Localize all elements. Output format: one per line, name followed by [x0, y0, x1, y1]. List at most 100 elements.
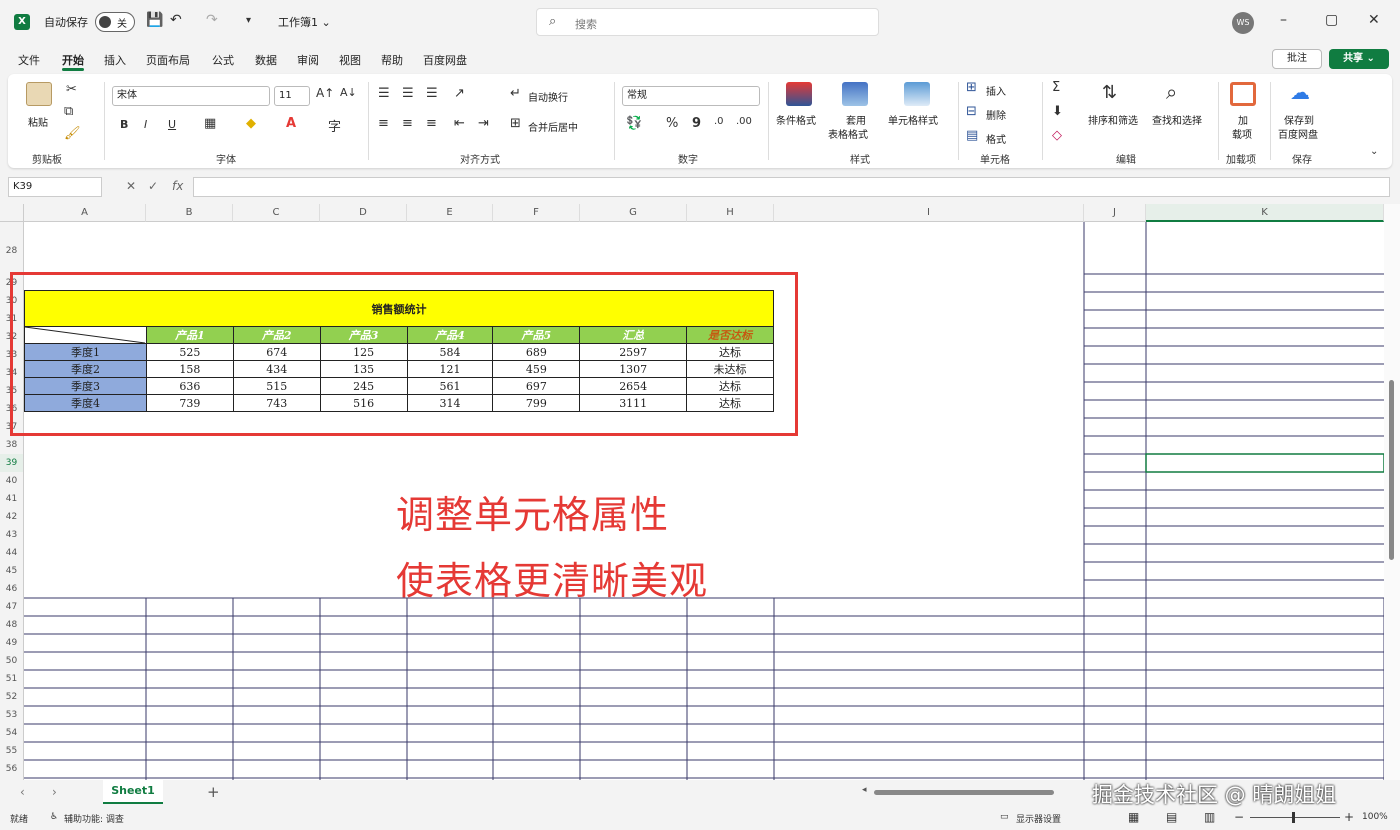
display-settings-icon[interactable]: ▭: [1000, 812, 1009, 822]
insert-function-icon[interactable]: fx: [172, 179, 183, 193]
increase-font-icon[interactable]: A↑: [316, 86, 334, 100]
increase-decimal-icon[interactable]: .0: [714, 116, 724, 127]
decrease-font-icon[interactable]: A↓: [340, 86, 357, 99]
delete-cells-icon[interactable]: ⊟: [966, 104, 977, 119]
zoom-in-icon[interactable]: +: [1344, 810, 1354, 824]
number-format-select[interactable]: 常规: [622, 86, 760, 106]
align-left-icon[interactable]: ≡: [378, 116, 389, 131]
cell-styles-button[interactable]: 单元格样式: [888, 112, 938, 127]
format-as-table-line2[interactable]: 表格格式: [828, 126, 868, 141]
font-name-select[interactable]: 宋体: [112, 86, 270, 106]
tab-data[interactable]: 数据: [255, 52, 277, 68]
selected-cell-k39[interactable]: [1145, 453, 1384, 473]
tab-insert[interactable]: 插入: [104, 52, 126, 68]
conditional-formatting-button[interactable]: 条件格式: [776, 112, 816, 127]
tab-formulas[interactable]: 公式: [212, 52, 234, 68]
align-middle-icon[interactable]: ☰: [402, 86, 414, 101]
addins-icon[interactable]: [1230, 82, 1256, 106]
sort-filter-icon[interactable]: ⇅: [1102, 82, 1117, 103]
insert-cells-icon[interactable]: ⊞: [966, 80, 977, 95]
delete-cells-button[interactable]: 删除: [986, 107, 1006, 122]
formula-enter-icon[interactable]: ✓: [148, 179, 158, 193]
copy-icon[interactable]: ⧉: [64, 104, 73, 119]
addins-line2[interactable]: 载项: [1232, 126, 1252, 141]
undo-icon[interactable]: ↶: [170, 12, 182, 28]
search-box[interactable]: ⌕ 搜索: [536, 8, 879, 36]
comma-style-button[interactable]: 9: [692, 116, 701, 131]
paste-icon[interactable]: [26, 82, 52, 106]
normal-view-icon[interactable]: ▦: [1128, 810, 1139, 824]
tab-page-layout[interactable]: 页面布局: [146, 52, 190, 68]
decrease-indent-icon[interactable]: ⇤: [454, 116, 465, 131]
find-select-button[interactable]: 查找和选择: [1152, 112, 1202, 127]
avatar[interactable]: WS: [1232, 12, 1254, 34]
redo-icon[interactable]: ↷: [206, 12, 218, 28]
conditional-formatting-icon[interactable]: [786, 82, 812, 106]
zoom-level[interactable]: 100%: [1362, 812, 1388, 822]
align-top-icon[interactable]: ☰: [378, 86, 390, 101]
sheet-tab-sheet1[interactable]: Sheet1: [103, 780, 163, 804]
zoom-slider-thumb[interactable]: [1292, 812, 1295, 823]
tab-baidu-netdisk[interactable]: 百度网盘: [423, 52, 467, 68]
merge-center-button[interactable]: 合并后居中: [528, 119, 578, 134]
wrap-text-icon[interactable]: ↵: [510, 86, 521, 101]
maximize-button[interactable]: ▢: [1325, 12, 1338, 28]
share-button[interactable]: 共享 ⌄: [1329, 49, 1389, 69]
insert-cells-button[interactable]: 插入: [986, 83, 1006, 98]
font-color-icon[interactable]: A: [286, 116, 296, 131]
tab-view[interactable]: 视图: [339, 52, 361, 68]
tab-file[interactable]: 文件: [18, 52, 40, 68]
clear-icon[interactable]: ◇: [1052, 128, 1062, 143]
vertical-scrollbar[interactable]: [1384, 204, 1400, 780]
page-break-view-icon[interactable]: ▥: [1204, 810, 1215, 824]
close-button[interactable]: ✕: [1368, 12, 1380, 28]
format-cells-icon[interactable]: ▤: [966, 128, 978, 143]
vertical-scroll-thumb[interactable]: [1389, 380, 1394, 560]
workbook-title[interactable]: 工作簿1 ⌄: [278, 14, 331, 30]
next-sheet-icon[interactable]: ›: [52, 785, 57, 799]
save-icon[interactable]: 💾: [146, 12, 163, 28]
fill-color-icon[interactable]: ◆: [246, 116, 256, 131]
comments-button[interactable]: 批注: [1272, 49, 1322, 69]
display-settings[interactable]: 显示器设置: [1016, 812, 1061, 825]
prev-sheet-icon[interactable]: ‹: [20, 785, 25, 799]
cut-icon[interactable]: ✂: [66, 82, 77, 97]
format-as-table-icon[interactable]: [842, 82, 868, 106]
addins-line1[interactable]: 加: [1238, 112, 1248, 127]
fill-icon[interactable]: ⬇: [1052, 104, 1063, 119]
decrease-decimal-icon[interactable]: .00: [736, 116, 752, 127]
currency-icon[interactable]: 💱: [626, 116, 642, 131]
format-painter-icon[interactable]: 🖌: [64, 126, 81, 141]
align-right-icon[interactable]: ≡: [426, 116, 437, 131]
zoom-out-icon[interactable]: −: [1234, 810, 1244, 824]
horizontal-scroll-thumb[interactable]: [874, 790, 1054, 795]
paste-label[interactable]: 粘贴: [28, 114, 48, 129]
align-bottom-icon[interactable]: ☰: [426, 86, 438, 101]
cell-styles-icon[interactable]: [904, 82, 930, 106]
save-baidu-line1[interactable]: 保存到: [1284, 112, 1314, 127]
customize-quick-access-icon[interactable]: ▾: [246, 15, 251, 26]
formula-input[interactable]: [193, 177, 1390, 197]
save-baidu-line2[interactable]: 百度网盘: [1278, 126, 1318, 141]
tab-help[interactable]: 帮助: [381, 52, 403, 68]
name-box[interactable]: K39: [8, 177, 102, 197]
align-center-icon[interactable]: ≡: [402, 116, 413, 131]
tab-review[interactable]: 审阅: [297, 52, 319, 68]
increase-indent-icon[interactable]: ⇥: [478, 116, 489, 131]
format-as-table-line1[interactable]: 套用: [846, 112, 866, 127]
wrap-text-button[interactable]: 自动换行: [528, 89, 568, 104]
phonetic-icon[interactable]: 字: [328, 116, 341, 135]
minimize-button[interactable]: –: [1280, 12, 1287, 28]
zoom-slider[interactable]: [1250, 817, 1340, 818]
italic-button[interactable]: I: [144, 118, 147, 131]
scroll-left-icon[interactable]: ◂: [862, 785, 867, 795]
orientation-icon[interactable]: ↗: [454, 86, 465, 101]
tab-home[interactable]: 开始: [62, 52, 84, 71]
formula-cancel-icon[interactable]: ✕: [126, 179, 136, 193]
page-layout-view-icon[interactable]: ▤: [1166, 810, 1177, 824]
autosum-button[interactable]: Σ: [1052, 80, 1060, 95]
underline-button[interactable]: U: [168, 118, 176, 131]
sort-filter-button[interactable]: 排序和筛选: [1088, 112, 1138, 127]
format-cells-button[interactable]: 格式: [986, 131, 1006, 146]
autosave-toggle[interactable]: 关: [95, 12, 135, 32]
